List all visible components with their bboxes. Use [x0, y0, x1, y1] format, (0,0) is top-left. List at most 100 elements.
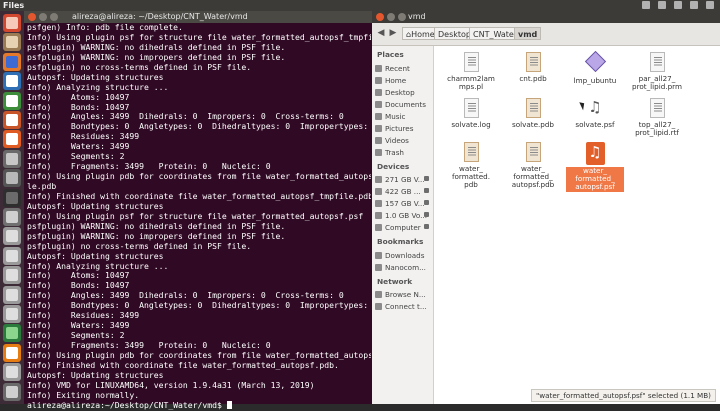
forward-button[interactable]: ▶ — [388, 28, 398, 38]
sidebar-place-3[interactable]: Documents — [375, 99, 431, 110]
sidebar-device-icon — [375, 188, 382, 195]
help-icon[interactable] — [3, 149, 21, 168]
sidebar-place-0[interactable]: Recent — [375, 63, 431, 74]
file-item[interactable]: lmp_ubuntu — [566, 50, 624, 85]
keyboard-icon[interactable] — [642, 1, 650, 9]
impress-icon[interactable] — [3, 111, 21, 129]
eject-icon[interactable] — [424, 200, 429, 205]
file-item[interactable]: water_ formatted. pdb — [442, 142, 500, 190]
calc-icon-glyph — [6, 94, 18, 107]
drive-icon[interactable] — [3, 227, 21, 246]
document-glyph — [649, 98, 665, 118]
writer-icon[interactable] — [3, 72, 21, 91]
close-icon[interactable] — [376, 13, 384, 21]
sidebar-device-4[interactable]: Computer — [375, 222, 431, 233]
file-name: par_all27_ prot_lipid.prm — [628, 74, 686, 91]
vlc-icon[interactable] — [3, 343, 21, 362]
sidebar-device-3[interactable]: 1.0 GB Vo... — [375, 210, 431, 221]
sidebar-bookmark-0[interactable]: Downloads — [375, 250, 431, 261]
drive-icon[interactable] — [3, 363, 21, 382]
drive-icon[interactable] — [3, 266, 21, 285]
file-item[interactable]: solvate.log — [442, 98, 500, 129]
drive-icon[interactable] — [3, 305, 21, 323]
sidebar-device-2[interactable]: 157 GB V... — [375, 198, 431, 209]
sidebar-network-label: Browse N... — [385, 290, 426, 299]
usb-drive-icon[interactable] — [3, 208, 21, 226]
file-manager-titlebar[interactable]: vmd — [372, 11, 720, 23]
eject-icon[interactable] — [424, 224, 429, 229]
sidebar-bookmark-1[interactable]: Nanocom... — [375, 262, 431, 273]
document-glyph — [525, 142, 541, 162]
eject-icon[interactable] — [424, 188, 429, 193]
settings-icon-glyph — [6, 172, 18, 185]
sidebar-place-2[interactable]: Desktop — [375, 87, 431, 98]
sidebar-device-label: 157 GB V... — [385, 199, 425, 208]
executable-file-icon — [584, 50, 606, 75]
file-item[interactable]: water_ formatted_ autopsf.pdb — [504, 142, 562, 190]
sidebar-place-icon — [375, 64, 382, 72]
minimize-icon[interactable] — [39, 13, 47, 21]
usb-drive-icon-glyph — [6, 211, 18, 223]
sidebar-network-0[interactable]: Browse N... — [375, 289, 431, 300]
maximize-icon[interactable] — [50, 13, 58, 21]
settings-icon[interactable] — [3, 169, 21, 188]
terminal-output[interactable]: psfgen) Info: pdb file complete. Info) Us… — [27, 23, 371, 411]
network-icon[interactable] — [658, 1, 666, 9]
file-name-line: autopsf.pdb — [511, 180, 555, 190]
maximize-icon[interactable] — [398, 13, 406, 21]
terminal-titlebar[interactable]: alireza@alireza: ~/Desktop/CNT_Water/vmd — [24, 11, 372, 23]
file-name: lmp_ubuntu — [566, 76, 624, 85]
power-icon[interactable] — [706, 1, 714, 9]
text-file-icon — [463, 52, 480, 73]
eject-icon[interactable] — [424, 176, 429, 181]
file-item[interactable]: par_all27_ prot_lipid.prm — [628, 52, 686, 91]
drive-icon[interactable] — [3, 285, 21, 304]
sidebar-place-7[interactable]: Trash — [375, 147, 431, 158]
sidebar-device-1[interactable]: 422 GB ... — [375, 186, 431, 197]
file-item[interactable]: ♫ water_ formatted_ autopsf.psf — [566, 142, 624, 192]
sidebar-device-0[interactable]: 271 GB V... — [375, 174, 431, 185]
sidebar-header-places: Places — [377, 50, 404, 59]
file-name: top_all27_ prot_lipid.rtf — [628, 120, 686, 137]
files-icon[interactable] — [3, 33, 21, 52]
sidebar-place-5[interactable]: Pictures — [375, 123, 431, 134]
file-item[interactable]: cnt.pdb — [504, 52, 562, 83]
firefox-icon[interactable] — [3, 52, 21, 71]
eject-icon[interactable] — [424, 212, 429, 217]
back-button[interactable]: ◀ — [376, 28, 386, 38]
volume-icon[interactable] — [690, 1, 698, 9]
file-manager-window[interactable]: vmd ◀ ▶ ⌂Home Desktop CNT_Water vmd Plac… — [372, 11, 720, 404]
sidebar-place-6[interactable]: Videos — [375, 135, 431, 146]
sidebar: Places Recent Home Desktop Documents Music Pic… — [372, 46, 434, 404]
calc-icon[interactable] — [3, 91, 21, 110]
breadcrumb-vmd[interactable]: vmd — [514, 27, 542, 40]
file-item[interactable]: ♫ solvate.psf — [566, 98, 624, 129]
sidebar-device-label: Computer — [385, 223, 421, 232]
sidebar-place-4[interactable]: Music — [375, 111, 431, 122]
battery-icon[interactable] — [674, 1, 682, 9]
terminal-window[interactable]: alireza@alireza: ~/Desktop/CNT_Water/vmd… — [24, 11, 372, 410]
sidebar-device-label: 422 GB ... — [385, 187, 421, 196]
search-icon[interactable] — [3, 14, 21, 32]
text-lines-glyph — [467, 147, 476, 157]
file-item[interactable]: solvate.pdb — [504, 98, 562, 129]
document-glyph — [525, 52, 541, 72]
pdb-file-icon — [525, 98, 542, 119]
file-item[interactable]: charmm2lam mps.pl — [442, 52, 500, 91]
terminal-icon[interactable] — [3, 188, 21, 207]
sidebar-network-1[interactable]: Connect t... — [375, 301, 431, 312]
firefox-icon-glyph — [6, 55, 18, 68]
file-item[interactable]: top_all27_ prot_lipid.rtf — [628, 98, 686, 137]
vmd-icon[interactable] — [3, 324, 21, 343]
active-app-name: Files — [3, 1, 25, 10]
close-icon[interactable] — [28, 13, 36, 21]
sidebar-bookmark-label: Nanocom... — [385, 262, 426, 272]
drive-icon[interactable] — [3, 246, 21, 265]
trash-icon[interactable] — [3, 382, 21, 401]
software-center-icon[interactable] — [3, 130, 21, 149]
terminal-line: Info) Atoms: 10497 — [27, 91, 130, 102]
minimize-icon[interactable] — [387, 13, 395, 21]
sidebar-place-label: Documents — [385, 99, 426, 109]
sidebar-place-1[interactable]: Home — [375, 75, 431, 86]
file-grid[interactable]: charmm2lam mps.pl cnt.pdb lmp_ubuntu par_all… — [434, 46, 720, 404]
